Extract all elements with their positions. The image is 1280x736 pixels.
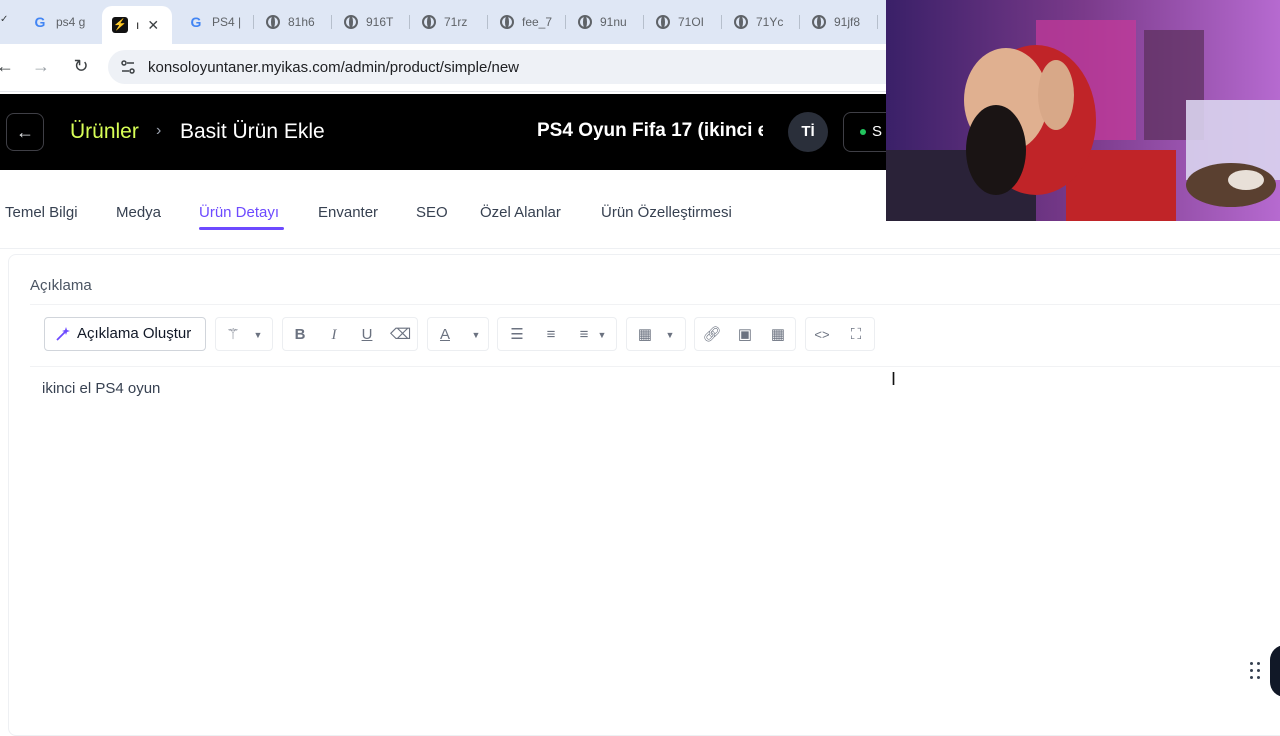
image-icon[interactable]: ▣ xyxy=(735,325,755,345)
browser-tab-title: 916T xyxy=(366,15,394,29)
browser-tab[interactable]: 71rz xyxy=(412,6,488,38)
browser-tab-title: 71Yc xyxy=(756,15,784,29)
link-icon[interactable]: 🔗︎ xyxy=(702,325,722,345)
numbered-list-icon[interactable]: ≡ xyxy=(541,325,561,345)
product-title: PS4 Oyun Fifa 17 (ikinci el) xyxy=(537,120,763,141)
tab-list-chevron-icon[interactable]: ✓ xyxy=(0,14,8,25)
status-dot-icon xyxy=(860,129,866,136)
magic-wand-icon[interactable]: ⚚ xyxy=(223,325,243,345)
generate-description-label: Açıklama Oluştur xyxy=(77,325,192,342)
active-tab-indicator xyxy=(199,227,284,230)
browser-tab-title: 91nu xyxy=(600,15,627,29)
globe-icon xyxy=(812,15,826,29)
chevron-down-icon[interactable]: ▼ xyxy=(470,325,482,345)
page-title: Basit Ürün Ekle xyxy=(180,120,325,143)
text-color-icon[interactable]: A xyxy=(435,325,455,345)
browser-tab-active[interactable]: ⚡ ı ✕ xyxy=(102,6,172,44)
tab-medya[interactable]: Medya xyxy=(116,204,161,221)
site-settings-icon[interactable] xyxy=(120,59,136,75)
tab-urun-detayi[interactable]: Ürün Detayı xyxy=(199,204,279,221)
description-editor[interactable] xyxy=(30,367,1280,717)
browser-tab[interactable]: 81h6 xyxy=(256,6,332,38)
url-text: konsoloyuntaner.myikas.com/admin/product… xyxy=(148,59,520,76)
ikas-icon: ⚡ xyxy=(112,17,128,33)
globe-icon xyxy=(578,15,592,29)
browser-tab-title: 91jf8 xyxy=(834,15,861,29)
tab-envanter[interactable]: Envanter xyxy=(318,204,378,221)
globe-icon xyxy=(734,15,748,29)
forward-arrow-icon[interactable]: → xyxy=(30,55,52,77)
grid-icon[interactable]: ▦ xyxy=(768,325,788,345)
reload-icon[interactable]: ↻ xyxy=(70,55,92,77)
back-button[interactable]: ← xyxy=(6,113,44,151)
browser-tab-title: 71rz xyxy=(444,15,468,29)
breadcrumb-products[interactable]: Ürünler xyxy=(70,120,139,144)
divider xyxy=(30,304,1280,305)
browser-tab[interactable]: 71OI xyxy=(646,6,722,38)
browser-tab-title: ı xyxy=(136,18,140,32)
browser-tab-title: 81h6 xyxy=(288,15,315,29)
tab-ozel-alanlar[interactable]: Özel Alanlar xyxy=(480,204,561,221)
eraser-icon[interactable]: ⌫ xyxy=(390,325,411,345)
chevron-down-icon[interactable]: ▼ xyxy=(252,325,264,345)
fullscreen-icon[interactable]: ⛶ xyxy=(846,325,866,345)
globe-icon xyxy=(656,15,670,29)
globe-icon xyxy=(344,15,358,29)
browser-tab-title: fee_7 xyxy=(522,15,553,29)
generate-description-button[interactable]: Açıklama Oluştur xyxy=(44,317,206,351)
globe-icon xyxy=(266,15,280,29)
browser-tab[interactable]: 916T xyxy=(334,6,410,38)
chevron-down-icon[interactable]: ▼ xyxy=(596,325,608,345)
text-cursor-icon: I xyxy=(891,369,897,389)
arrow-left-icon: ← xyxy=(16,122,34,142)
globe-icon xyxy=(500,15,514,29)
browser-tab[interactable]: G ps4 g xyxy=(22,6,102,38)
back-arrow-icon[interactable]: ← xyxy=(0,55,16,77)
status-label: S xyxy=(872,123,883,140)
align-icon[interactable]: ≡ xyxy=(574,325,594,345)
editor-toolbar: Açıklama Oluştur ⚚ ▼ B I U ⌫ A ▼ ☰ ≡ ≡ ▼… xyxy=(30,306,1280,367)
tab-seo[interactable]: SEO xyxy=(416,204,448,221)
browser-tab[interactable]: fee_7 xyxy=(490,6,566,38)
underline-icon[interactable]: U xyxy=(357,325,377,345)
italic-icon[interactable]: I xyxy=(324,325,344,345)
browser-tab[interactable]: 91nu xyxy=(568,6,644,38)
tab-temel-bilgi[interactable]: Temel Bilgi xyxy=(5,204,78,221)
bullet-list-icon[interactable]: ☰ xyxy=(507,325,527,345)
browser-tab[interactable]: 91jf8 xyxy=(802,6,878,38)
browser-tab-title: ps4 g xyxy=(56,15,86,29)
editor-content[interactable]: ikinci el PS4 oyun xyxy=(42,380,160,397)
bold-icon[interactable]: B xyxy=(290,325,310,345)
webcam-overlay xyxy=(886,0,1280,221)
browser-tab[interactable]: 71Yc xyxy=(724,6,800,38)
table-icon[interactable]: ▦ xyxy=(635,325,655,345)
code-icon[interactable]: <> xyxy=(812,325,832,345)
google-icon: G xyxy=(190,14,202,30)
sparkle-icon xyxy=(56,327,70,341)
browser-tab-title: PS4 | xyxy=(212,15,242,29)
browser-tab-title: 71OI xyxy=(678,15,705,29)
webcam-video xyxy=(886,0,1280,221)
drag-handle-icon[interactable] xyxy=(1250,662,1264,682)
description-label: Açıklama xyxy=(30,277,92,294)
tab-urun-ozellestirmesi[interactable]: Ürün Özelleştirmesi xyxy=(601,204,732,221)
globe-icon xyxy=(422,15,436,29)
chevron-down-icon[interactable]: ▼ xyxy=(664,325,676,345)
help-chat-button[interactable] xyxy=(1270,645,1280,697)
chevron-right-icon: › xyxy=(156,122,162,139)
browser-tab[interactable]: G PS4 | xyxy=(178,6,254,38)
avatar[interactable]: Tİ xyxy=(788,112,828,152)
close-icon[interactable]: ✕ xyxy=(147,17,159,34)
google-icon: G xyxy=(34,14,46,30)
